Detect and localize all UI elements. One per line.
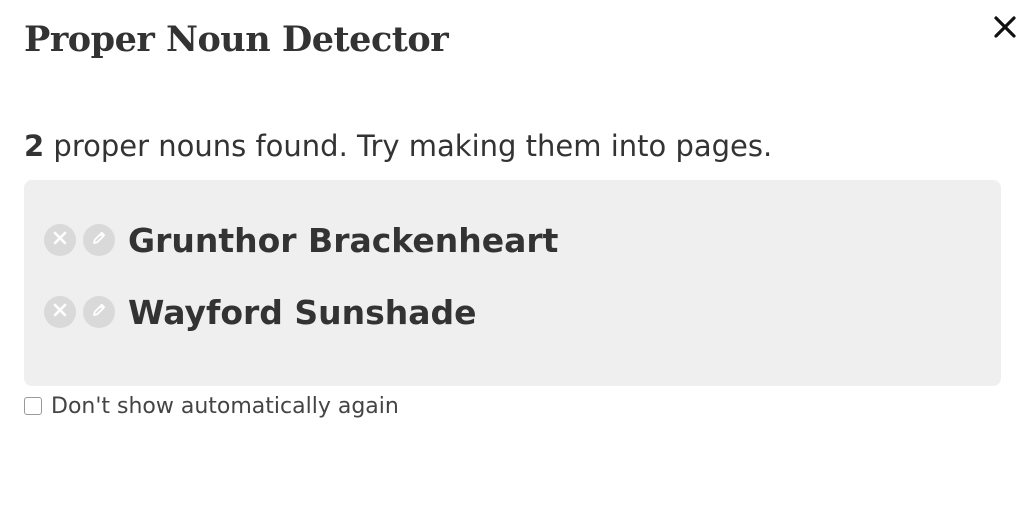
close-button[interactable]	[990, 12, 1020, 42]
proper-noun-dialog: Proper Noun Detector 2 proper nouns foun…	[0, 0, 1023, 508]
remove-circle-icon	[52, 302, 68, 323]
close-icon	[990, 12, 1020, 42]
dont-show-checkbox[interactable]	[24, 397, 42, 415]
noun-item: Grunthor Brackenheart	[44, 217, 558, 263]
noun-list: Grunthor Brackenheart Wayford Sunshade	[24, 180, 1001, 386]
edit-noun-button[interactable]	[83, 224, 115, 256]
noun-label: Wayford Sunshade	[128, 292, 477, 332]
summary-message: proper nouns found. Try making them into…	[44, 129, 773, 163]
dont-show-option[interactable]: Don't show automatically again	[24, 392, 399, 420]
noun-item: Wayford Sunshade	[44, 289, 477, 335]
summary-text: 2 proper nouns found. Try making them in…	[24, 128, 772, 164]
remove-noun-button[interactable]	[44, 296, 76, 328]
noun-label: Grunthor Brackenheart	[128, 220, 559, 260]
pencil-icon	[90, 229, 108, 252]
pencil-icon	[90, 301, 108, 324]
edit-noun-button[interactable]	[83, 296, 115, 328]
remove-noun-button[interactable]	[44, 224, 76, 256]
dont-show-label[interactable]: Don't show automatically again	[51, 394, 399, 419]
dialog-title: Proper Noun Detector	[24, 19, 449, 60]
remove-circle-icon	[52, 230, 68, 251]
noun-count: 2	[24, 129, 45, 163]
